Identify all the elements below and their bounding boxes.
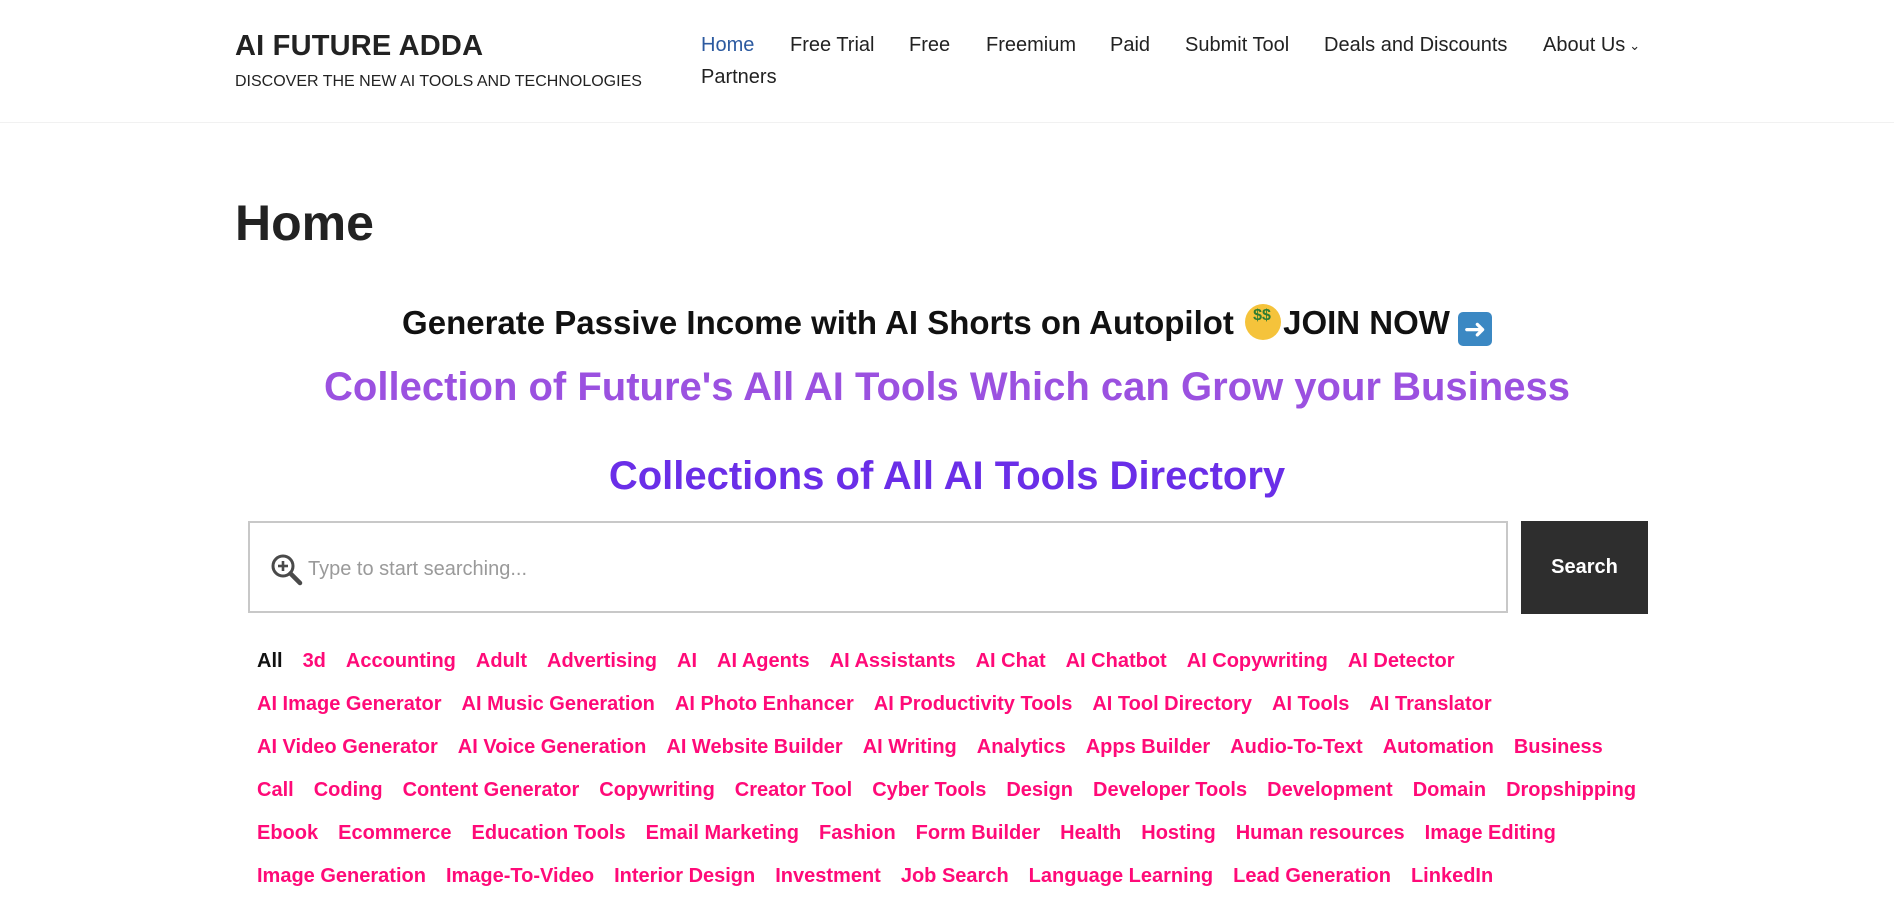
category-link-human-resources[interactable]: Human resources: [1236, 812, 1405, 855]
category-link-cyber-tools[interactable]: Cyber Tools: [872, 769, 986, 812]
category-link-apps-builder[interactable]: Apps Builder: [1086, 726, 1210, 769]
category-link-development[interactable]: Development: [1267, 769, 1393, 812]
nav-item-submit-tool[interactable]: Submit Tool: [1185, 30, 1289, 60]
category-link-advertising[interactable]: Advertising: [547, 640, 657, 683]
nav-item-freemium[interactable]: Freemium: [986, 30, 1076, 60]
category-filter-list: All 3d Accounting Adult Advertising AI AI Agen…: [257, 640, 1677, 898]
chevron-down-icon[interactable]: ⌄: [1629, 31, 1640, 61]
category-link-investment[interactable]: Investment: [775, 855, 881, 898]
category-link-content-generator[interactable]: Content Generator: [403, 769, 580, 812]
category-link-ai-detector[interactable]: AI Detector: [1348, 640, 1455, 683]
search-box: [248, 521, 1508, 613]
category-link-education-tools[interactable]: Education Tools: [472, 812, 626, 855]
promo-text[interactable]: Generate Passive Income with AI Shorts o…: [402, 304, 1243, 341]
category-link-lead-generation[interactable]: Lead Generation: [1233, 855, 1391, 898]
nav-item-about-us-label: About Us: [1543, 34, 1626, 56]
nav-item-free-trial[interactable]: Free Trial: [790, 30, 874, 60]
category-row: Ebook Ecommerce Education Tools Email Marke…: [257, 812, 1677, 855]
category-link-ai-voice-generation[interactable]: AI Voice Generation: [458, 726, 647, 769]
search-button[interactable]: Search: [1521, 521, 1648, 614]
category-link-fashion[interactable]: Fashion: [819, 812, 896, 855]
page-title: Home: [235, 195, 374, 251]
category-link-ai-chatbot[interactable]: AI Chatbot: [1066, 640, 1167, 683]
category-link-job-search[interactable]: Job Search: [901, 855, 1009, 898]
category-link-domain[interactable]: Domain: [1413, 769, 1486, 812]
promo-banner[interactable]: Generate Passive Income with AI Shorts o…: [0, 302, 1894, 346]
nav-item-paid[interactable]: Paid: [1110, 30, 1150, 60]
headline-directory: Collections of All AI Tools Directory: [608, 454, 1286, 498]
search-input[interactable]: [306, 543, 1490, 595]
category-link-automation[interactable]: Automation: [1383, 726, 1494, 769]
site-title[interactable]: AI FUTURE ADDA: [235, 29, 642, 63]
site-header: AI FUTURE ADDA DISCOVER THE NEW AI TOOLS…: [0, 0, 1894, 122]
category-link-ai-photo-enhancer[interactable]: AI Photo Enhancer: [675, 683, 854, 726]
category-link-ai-translator[interactable]: AI Translator: [1369, 683, 1491, 726]
category-link-adult[interactable]: Adult: [476, 640, 527, 683]
category-link-form-builder[interactable]: Form Builder: [916, 812, 1040, 855]
category-link-ai-chat[interactable]: AI Chat: [976, 640, 1046, 683]
category-link-image-to-video[interactable]: Image-To-Video: [446, 855, 594, 898]
category-link-ebook[interactable]: Ebook: [257, 812, 318, 855]
category-link-ai[interactable]: AI: [677, 640, 697, 683]
category-link-call[interactable]: Call: [257, 769, 294, 812]
category-link-image-editing[interactable]: Image Editing: [1425, 812, 1556, 855]
category-link-ecommerce[interactable]: Ecommerce: [338, 812, 451, 855]
site-tagline: DISCOVER THE NEW AI TOOLS AND TECHNOLOGI…: [235, 73, 642, 90]
category-link-image-generation[interactable]: Image Generation: [257, 855, 426, 898]
promo-join-link[interactable]: JOIN NOW: [1283, 304, 1450, 341]
category-link-interior-design[interactable]: Interior Design: [614, 855, 755, 898]
nav-item-partners[interactable]: Partners: [701, 62, 777, 92]
category-link-health[interactable]: Health: [1060, 812, 1121, 855]
category-link-dropshipping[interactable]: Dropshipping: [1506, 769, 1636, 812]
category-link-email-marketing[interactable]: Email Marketing: [646, 812, 799, 855]
category-link-audio-to-text[interactable]: Audio-To-Text: [1230, 726, 1363, 769]
search-plus-icon: [271, 554, 303, 586]
money-mouth-face-icon: $$: [1245, 304, 1282, 340]
category-link-all[interactable]: All: [257, 640, 283, 683]
category-link-accounting[interactable]: Accounting: [346, 640, 456, 683]
category-row: All 3d Accounting Adult Advertising AI AI Agen…: [257, 640, 1677, 683]
category-link-copywriting[interactable]: Copywriting: [599, 769, 715, 812]
category-row: AI Video Generator AI Voice Generation AI …: [257, 726, 1677, 769]
nav-item-free[interactable]: Free: [909, 30, 950, 60]
category-link-ai-assistants[interactable]: AI Assistants: [830, 640, 956, 683]
category-link-ai-writing[interactable]: AI Writing: [863, 726, 957, 769]
category-link-hosting[interactable]: Hosting: [1141, 812, 1215, 855]
category-link-creator-tool[interactable]: Creator Tool: [735, 769, 852, 812]
headline-collection: Collection of Future's All AI Tools Whic…: [324, 365, 1570, 409]
category-link-ai-tool-directory[interactable]: AI Tool Directory: [1092, 683, 1252, 726]
category-link-ai-video-generator[interactable]: AI Video Generator: [257, 726, 438, 769]
category-link-ai-copywriting[interactable]: AI Copywriting: [1187, 640, 1328, 683]
category-link-ai-music-generation[interactable]: AI Music Generation: [462, 683, 655, 726]
site-branding: AI FUTURE ADDA DISCOVER THE NEW AI TOOLS…: [235, 29, 642, 92]
category-row: Image Generation Image-To-Video Interior D…: [257, 855, 1677, 898]
nav-item-home[interactable]: Home: [701, 30, 754, 60]
nav-item-deals-and-discounts[interactable]: Deals and Discounts: [1324, 30, 1507, 60]
category-row: AI Image Generator AI Music Generation AI …: [257, 683, 1677, 726]
category-link-linkedin[interactable]: LinkedIn: [1411, 855, 1493, 898]
category-link-ai-productivity-tools[interactable]: AI Productivity Tools: [874, 683, 1073, 726]
category-link-language-learning[interactable]: Language Learning: [1029, 855, 1213, 898]
category-link-ai-agents[interactable]: AI Agents: [717, 640, 810, 683]
category-link-ai-image-generator[interactable]: AI Image Generator: [257, 683, 442, 726]
category-link-business[interactable]: Business: [1514, 726, 1603, 769]
nav-item-about-us[interactable]: About Us ⌄: [1543, 30, 1640, 62]
category-link-ai-tools[interactable]: AI Tools: [1272, 683, 1349, 726]
category-link-analytics[interactable]: Analytics: [977, 726, 1066, 769]
category-row: Call Coding Content Generator Copywriting Cr…: [257, 769, 1677, 812]
category-link-design[interactable]: Design: [1006, 769, 1073, 812]
category-link-3d[interactable]: 3d: [303, 640, 326, 683]
right-arrow-icon: ➜: [1457, 312, 1492, 346]
category-link-developer-tools[interactable]: Developer Tools: [1093, 769, 1247, 812]
category-link-ai-website-builder[interactable]: AI Website Builder: [666, 726, 842, 769]
category-link-coding[interactable]: Coding: [314, 769, 383, 812]
